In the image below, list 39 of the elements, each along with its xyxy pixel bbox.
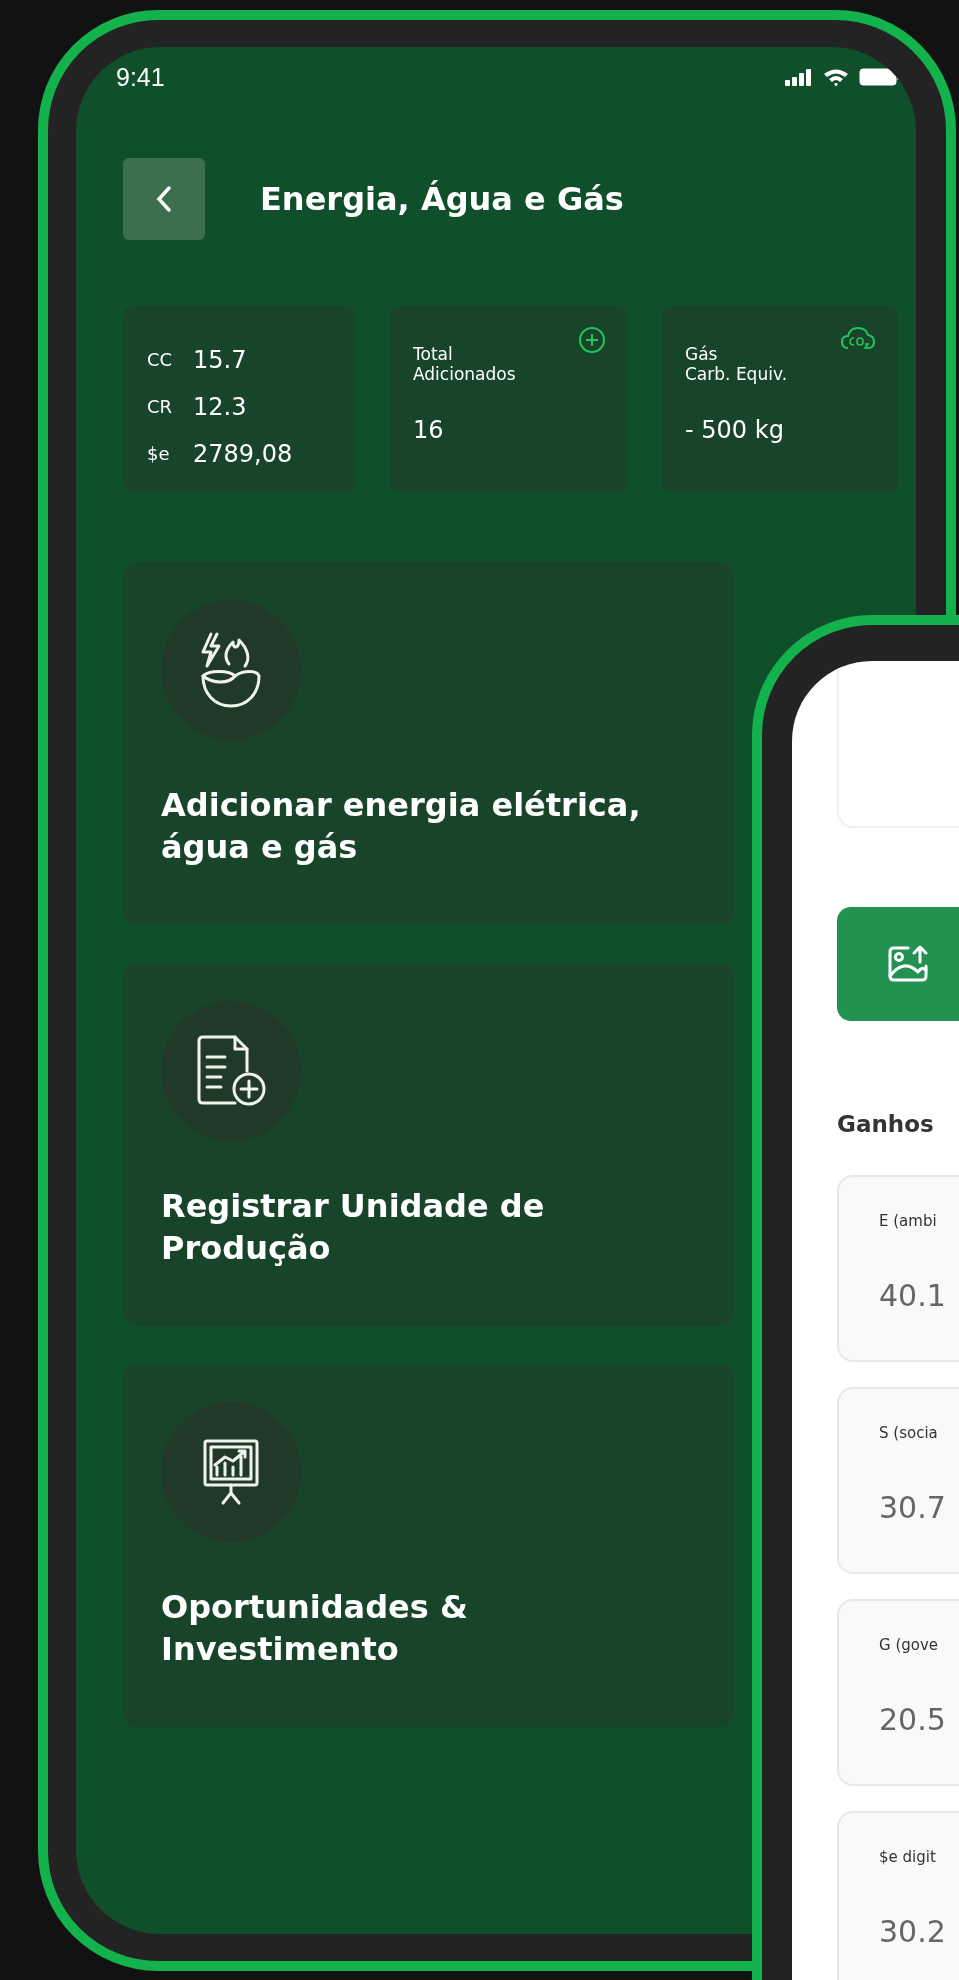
stat-label: Total Adicionados (413, 344, 516, 384)
field-value: 30.2 (879, 1914, 947, 1949)
chevron-left-icon (156, 185, 172, 213)
metric-value: 15.7 (193, 345, 247, 374)
action-label: Registrar Unidade de Produção (161, 1186, 546, 1269)
field-label: G (gove (879, 1636, 939, 1654)
input-field[interactable]: E (ambi 40.1 (837, 1175, 959, 1362)
metric-label: $e (147, 443, 171, 464)
field-label: E (ambi (879, 1212, 937, 1230)
signal-icon (785, 68, 813, 86)
input-field[interactable]: S (socia 30.7 (837, 1387, 959, 1574)
action-card[interactable]: Oportunidades & Investimento (123, 1364, 733, 1727)
action-label: Adicionar energia elétrica, água e gás (161, 785, 642, 868)
action-card[interactable]: Registrar Unidade de Produção (123, 963, 733, 1326)
screen-title: Energia, Água e Gás (260, 180, 624, 218)
stat-label: Gás Carb. Equiv. (685, 344, 788, 384)
wifi-icon (823, 67, 849, 87)
metric-label: CR (147, 396, 174, 417)
field-value: 40.1 (879, 1278, 947, 1313)
input-field[interactable]: G (gove 20.5 (837, 1599, 959, 1786)
field-value: 30.7 (879, 1490, 947, 1525)
action-card[interactable]: Adicionar energia elétrica, água e gás (123, 562, 733, 925)
metric-value: 2789,08 (193, 439, 293, 468)
plus-circle-icon (578, 326, 606, 354)
field-label: S (socia (879, 1424, 938, 1442)
stat-value: 16 (413, 416, 445, 444)
section-title: Ganhos (837, 1111, 935, 1137)
metric-label: CC (147, 349, 174, 370)
input-field[interactable]: $e digit 30.2 (837, 1811, 959, 1980)
action-label: Oportunidades & Investimento (161, 1587, 469, 1670)
presentation-chart-icon (201, 1437, 261, 1507)
metric-value: 12.3 (193, 392, 247, 421)
co2-cloud-icon (840, 326, 876, 352)
lightning-flame-bowl-icon (199, 630, 263, 710)
status-time: 9:41 (116, 62, 165, 92)
field-label: $e digit (879, 1848, 936, 1866)
stat-value: - 500 kg (685, 416, 785, 444)
field-value: 20.5 (879, 1702, 947, 1737)
battery-icon (859, 68, 901, 86)
